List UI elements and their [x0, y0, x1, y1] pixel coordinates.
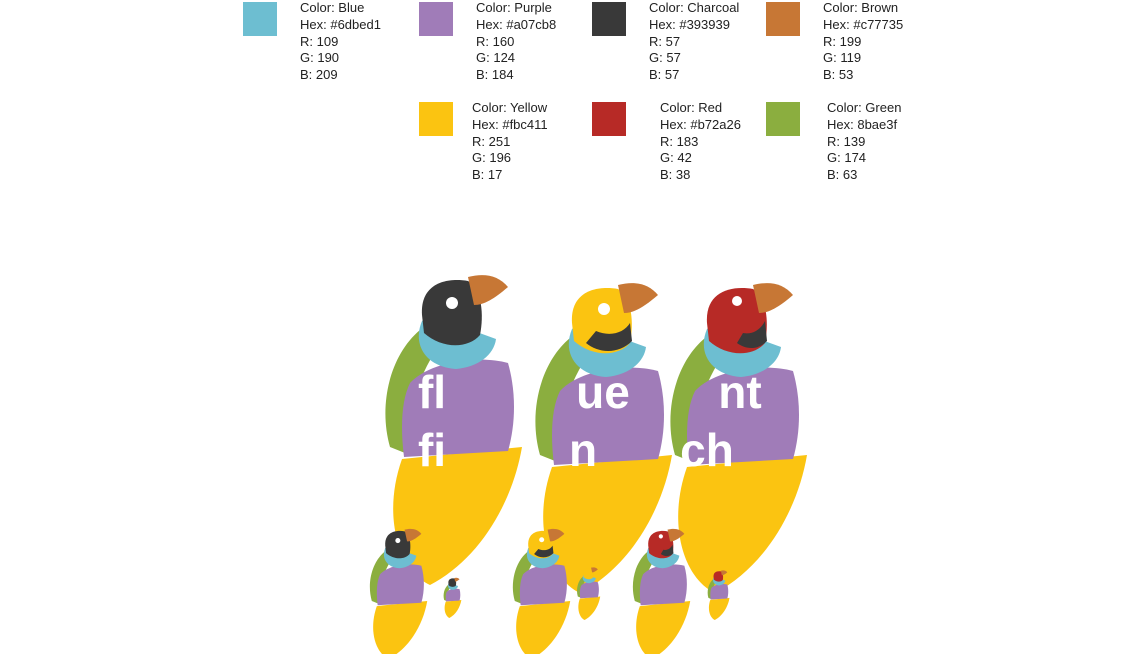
- logo-text-fi: fi: [418, 424, 446, 476]
- logo-text-fl: fl: [418, 366, 446, 418]
- logo-text-nt: nt: [718, 366, 761, 418]
- logo-text-ch: ch: [680, 424, 734, 476]
- bird-logo-charcoal-small: [443, 577, 462, 618]
- fluent-finch-logo-artwork: fl fi ue n nt ch: [369, 275, 807, 654]
- logo-text-ue: ue: [576, 366, 630, 418]
- logo-text-n: n: [569, 424, 597, 476]
- bird-logo-red-medium: [632, 528, 691, 654]
